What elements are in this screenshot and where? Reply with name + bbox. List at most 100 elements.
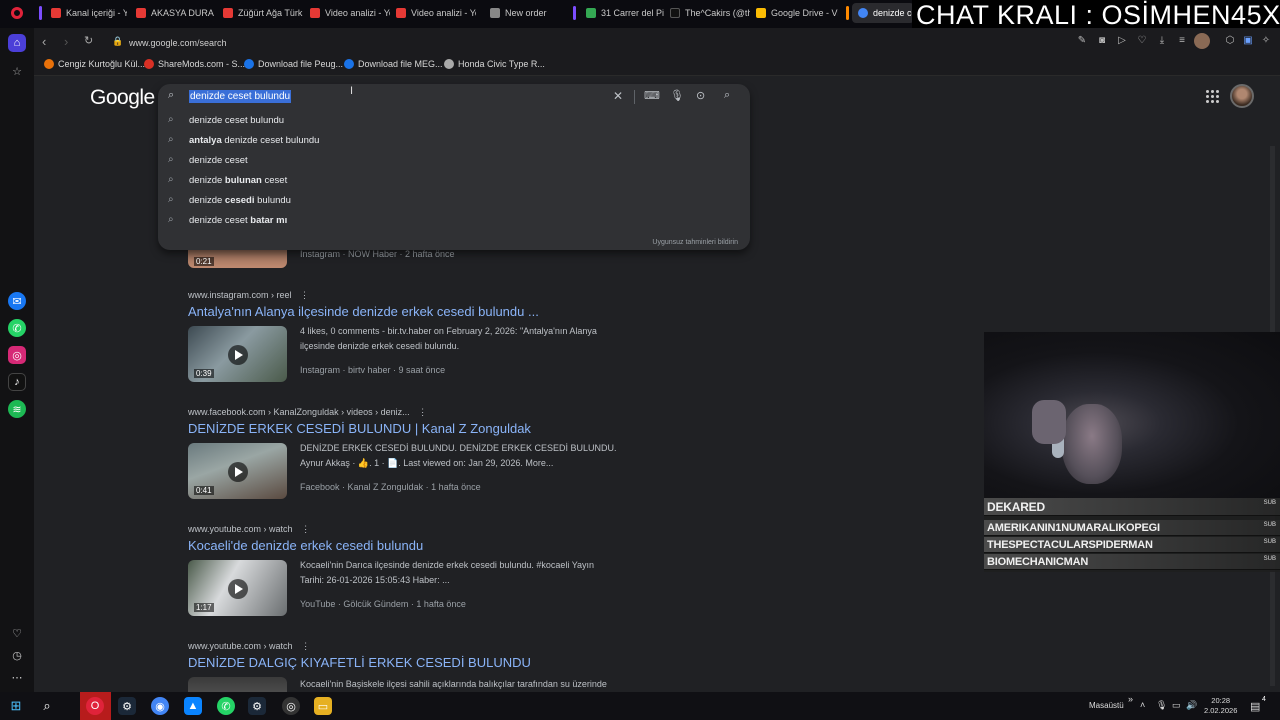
file-explorer-icon[interactable]: ▭: [314, 697, 332, 715]
profile-avatar[interactable]: [1194, 33, 1210, 49]
tab-video-analizi-2[interactable]: Video analizi - You: [390, 3, 476, 23]
tab-label: New order: [505, 8, 547, 18]
windows-taskbar: ⊞ ⌕ O ⚙ ◉ ▲ ✆ ⚙ ◎ ▭ Masaüstü » ˄ 🎙 ▭ 🔊 2…: [0, 692, 1280, 720]
tab-zugurt[interactable]: Züğürt Ağa Türk Fi: [217, 3, 303, 23]
suggestion-item[interactable]: ⌕ denizde cesedi bulundu: [158, 191, 750, 211]
bookmark-item[interactable]: Cengiz Kurtoğlu Kül...: [44, 59, 145, 69]
suggestion-item[interactable]: ⌕ denizde ceset bulundu: [158, 111, 750, 131]
video-thumbnail[interactable]: 1:17: [188, 560, 287, 616]
steam-icon[interactable]: ⚙: [248, 697, 266, 715]
tab-accent: [39, 6, 42, 20]
search-submit-icon[interactable]: ⌕: [724, 89, 730, 102]
tab-new-order[interactable]: New order: [484, 3, 564, 23]
report-predictions-link[interactable]: Uygunsuz tahminleri bildirin: [652, 239, 738, 246]
result-title-link[interactable]: Antalya'nın Alanya ilçesinde denizde erk…: [188, 304, 539, 319]
tiktok-icon[interactable]: ♪: [8, 373, 26, 391]
messenger-icon[interactable]: ✉: [8, 292, 26, 310]
extensions-icon[interactable]: ⬡: [1223, 34, 1237, 48]
opera-icon[interactable]: O: [86, 697, 104, 715]
bookmark-icon: [344, 59, 354, 69]
edit-icon[interactable]: ✎: [1075, 34, 1089, 48]
more-icon[interactable]: ⋯: [8, 668, 26, 686]
more-options-icon[interactable]: ⋮: [301, 641, 310, 651]
video-thumbnail[interactable]: 0:41: [188, 443, 287, 499]
download-icon[interactable]: ⤓: [1155, 34, 1169, 48]
video-thumbnail[interactable]: [188, 677, 287, 692]
ai-icon[interactable]: ✧: [1258, 34, 1274, 48]
instagram-icon[interactable]: ◎: [8, 346, 26, 364]
app-icon[interactable]: ▲: [184, 697, 202, 715]
video-duration: 0:21: [194, 257, 214, 266]
sub-badge: SUB: [1263, 556, 1276, 562]
notification-icon[interactable]: ▤: [1250, 700, 1260, 713]
microphone-icon[interactable]: 🎙: [670, 89, 684, 102]
bookmark-item[interactable]: ShareMods.com - S...: [144, 59, 245, 69]
monitor-icon[interactable]: ▭: [1172, 700, 1181, 711]
more-options-icon[interactable]: ⋮: [301, 524, 310, 534]
tab-label: 31 Carrer del Pica: [601, 8, 664, 18]
steam-icon[interactable]: ⚙: [118, 697, 136, 715]
tab-google-drive[interactable]: Google Drive - Vir: [750, 3, 838, 23]
suggestion-item[interactable]: ⌕ denizde ceset batar mı: [158, 211, 750, 231]
more-options-icon[interactable]: ⋮: [418, 407, 427, 417]
tab-kanal[interactable]: Kanal içeriği - YouT: [45, 3, 127, 23]
whatsapp-icon[interactable]: ✆: [8, 319, 26, 337]
obs-icon[interactable]: ◎: [282, 697, 300, 715]
tab-akasya[interactable]: AKASYA DURAĞI 7: [130, 3, 214, 23]
clear-icon[interactable]: ✕: [613, 89, 623, 103]
windows-start-icon[interactable]: ⊞: [7, 697, 25, 715]
search-input[interactable]: ⌕ denizde ceset bulundu ✕ ⌨ 🎙 ⊙ ⌕: [158, 84, 750, 110]
menu-icon[interactable]: ≡: [1175, 34, 1189, 48]
history-icon[interactable]: ◷: [8, 646, 26, 664]
google-logo[interactable]: Google: [90, 86, 155, 110]
sub-badge: SUB: [1263, 539, 1276, 545]
bookmark-item[interactable]: Download file MEG...: [344, 59, 443, 69]
account-avatar[interactable]: [1230, 84, 1254, 108]
keyboard-icon[interactable]: ⌨: [644, 89, 660, 102]
camera-icon[interactable]: ◙: [1095, 34, 1109, 48]
more-options-icon[interactable]: ⋮: [300, 290, 309, 300]
desktop-label[interactable]: Masaüstü: [1089, 701, 1124, 710]
bookmark-item[interactable]: Download file Peug...: [244, 59, 343, 69]
bookmark-item[interactable]: Honda Civic Type R...: [444, 59, 545, 69]
system-clock[interactable]: 20:28 2.02.2026: [1204, 696, 1237, 716]
apps-grid-icon[interactable]: [1206, 90, 1220, 104]
spotify-icon[interactable]: ≋: [8, 400, 26, 418]
youtube-icon: [136, 8, 146, 18]
search-icon[interactable]: ⌕: [38, 697, 56, 715]
send-icon[interactable]: ▷: [1115, 34, 1129, 48]
opera-logo-icon[interactable]: [11, 7, 23, 19]
result-item: www.instagram.com › reel ⋮ Antalya'nın A…: [188, 290, 708, 390]
search-query-text[interactable]: denizde ceset bulundu: [189, 90, 292, 103]
suggestion-text: denizde ceset: [189, 155, 248, 166]
volume-icon[interactable]: 🔊: [1186, 700, 1197, 711]
pinboard-icon[interactable]: ☆: [8, 62, 26, 80]
suggestion-item[interactable]: ⌕ antalya denizde ceset bulundu: [158, 131, 750, 151]
forward-icon[interactable]: ›: [64, 34, 68, 49]
url-field[interactable]: www.google.com/search: [129, 31, 1069, 51]
tab-tiktok[interactable]: The^Cakirs (@the: [664, 3, 750, 23]
result-title-link[interactable]: DENİZDE DALGIÇ KIYAFETLİ ERKEK CESEDİ BU…: [188, 655, 531, 670]
video-thumbnail[interactable]: 0:39: [188, 326, 287, 382]
whatsapp-icon[interactable]: ✆: [217, 697, 235, 715]
tab-active-search[interactable]: denizde ceset: [852, 3, 914, 23]
wallet-icon[interactable]: ▣: [1241, 34, 1255, 48]
tab-label: Züğürt Ağa Türk Fi: [238, 8, 303, 18]
heart-icon[interactable]: ♡: [8, 624, 26, 642]
home-icon[interactable]: ⌂: [8, 34, 26, 52]
suggestion-item[interactable]: ⌕ denizde ceset: [158, 151, 750, 171]
favorite-icon[interactable]: ♡: [1135, 34, 1149, 48]
url-text: www.google.com/search: [129, 38, 227, 48]
overflow-icon[interactable]: »: [1128, 694, 1133, 704]
microphone-icon[interactable]: 🎙: [1156, 700, 1167, 711]
chrome-icon[interactable]: ◉: [151, 697, 169, 715]
suggestion-item[interactable]: ⌕ denizde bulunan ceset: [158, 171, 750, 191]
tab-maps[interactable]: 31 Carrer del Pica: [580, 3, 664, 23]
chevron-up-icon[interactable]: ˄: [1140, 700, 1145, 710]
result-title-link[interactable]: DENİZDE ERKEK CESEDİ BULUNDU | Kanal Z Z…: [188, 421, 531, 436]
back-icon[interactable]: ‹: [42, 34, 46, 49]
tab-video-analizi-1[interactable]: Video analizi - You: [304, 3, 390, 23]
result-title-link[interactable]: Kocaeli'de denizde erkek cesedi bulundu: [188, 538, 423, 553]
lens-icon[interactable]: ⊙: [696, 89, 705, 102]
reload-icon[interactable]: ↻: [84, 34, 93, 47]
